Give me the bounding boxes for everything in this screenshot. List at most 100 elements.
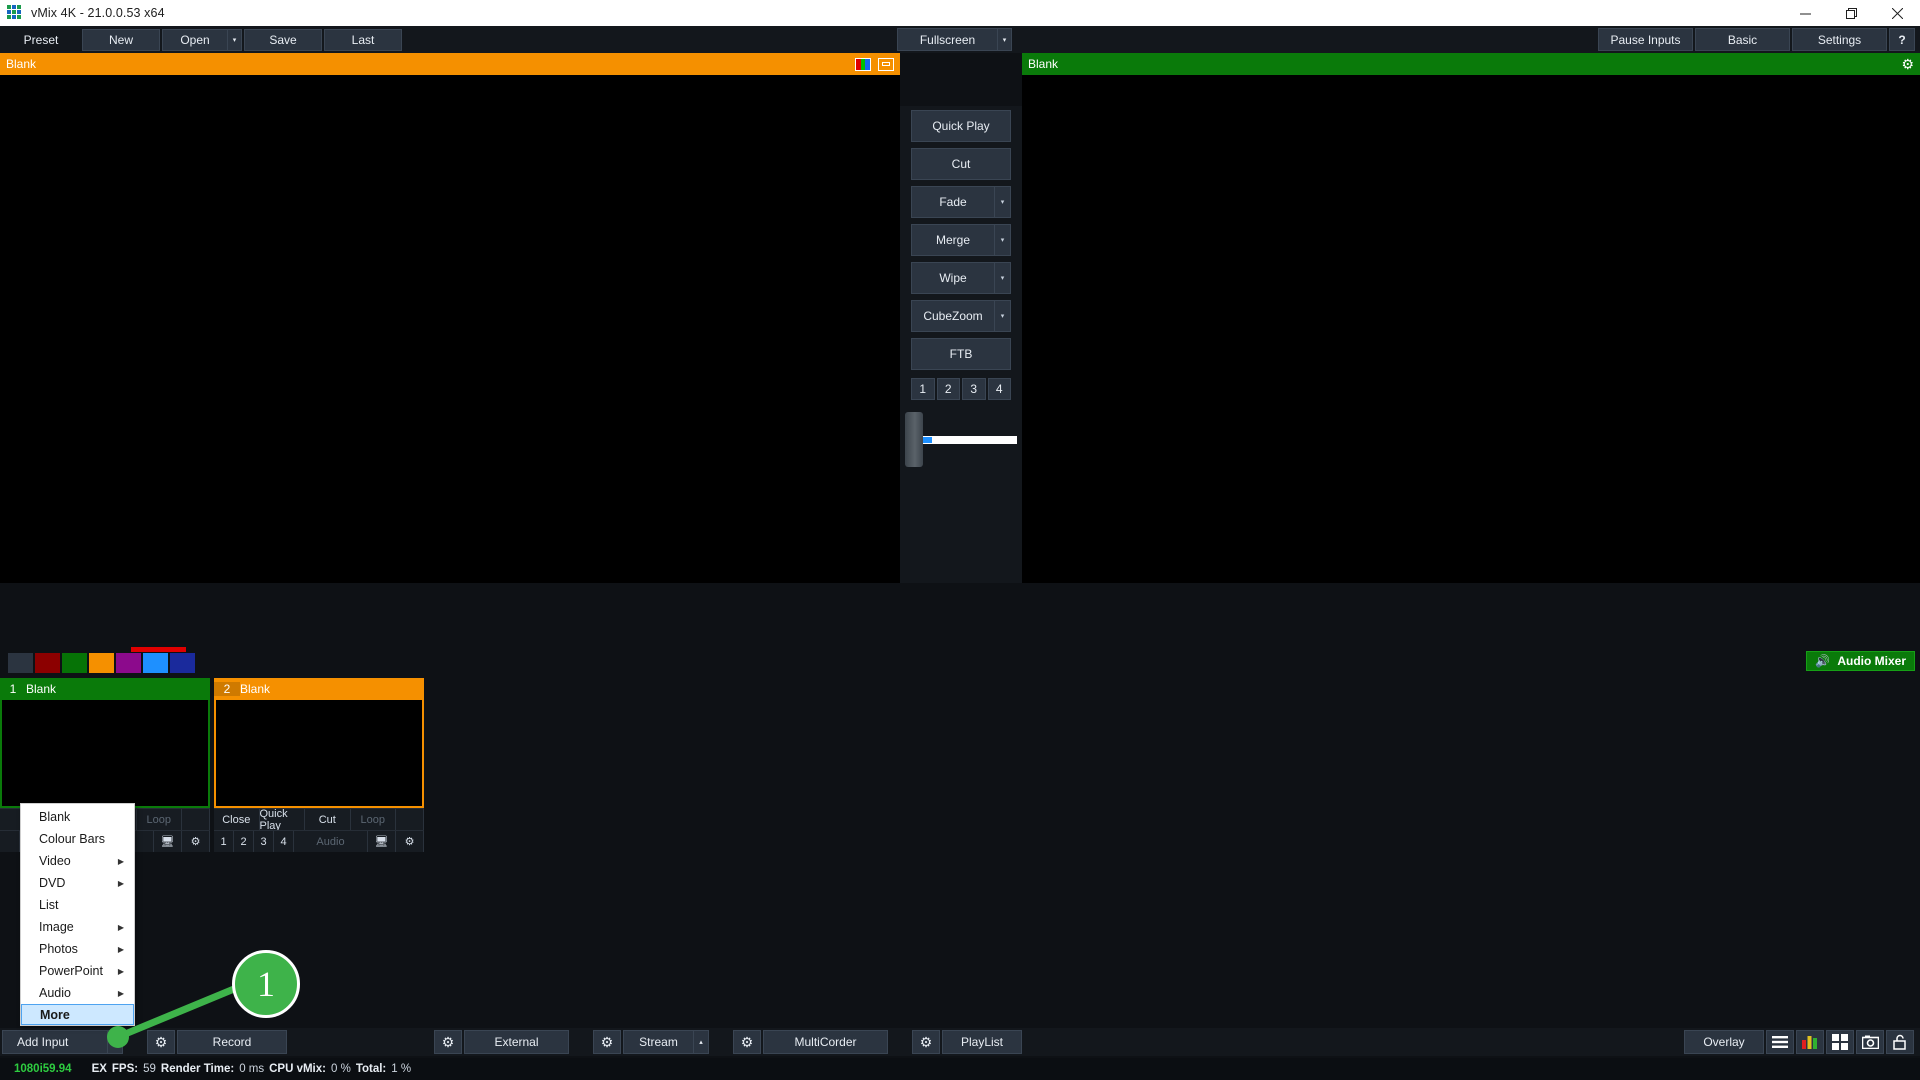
input-2-overlay-3[interactable]: 3	[254, 831, 274, 852]
new-button[interactable]: New	[82, 28, 160, 51]
stream-dropdown-arrow[interactable]: ▴	[693, 1030, 709, 1054]
preview-video-area[interactable]	[0, 75, 900, 583]
transition-number-4[interactable]: 4	[987, 378, 1011, 400]
input-2-audio[interactable]: Audio	[294, 831, 368, 852]
transition-wipe-dropdown-icon[interactable]: ▾	[995, 262, 1011, 294]
maximize-icon[interactable]	[1828, 0, 1874, 26]
fullscreen-dropdown-arrow[interactable]: ▾	[997, 28, 1012, 51]
hamburger-list-icon[interactable]	[1766, 1030, 1794, 1054]
fullscreen-button[interactable]: Fullscreen	[897, 28, 997, 51]
menu-item-audio[interactable]: Audio ▶	[21, 982, 134, 1004]
transition-cubezoom-button[interactable]: CubeZoom ▾	[911, 300, 1011, 332]
transition-number-2[interactable]: 2	[936, 378, 960, 400]
help-button[interactable]: ?	[1889, 28, 1915, 51]
bottom-toolbar-right-group: Overlay	[1684, 1030, 1916, 1054]
playlist-settings-gear-icon[interactable]: ⚙	[912, 1030, 940, 1054]
transition-merge-button[interactable]: Merge ▾	[911, 224, 1011, 256]
input-2-thumbnail[interactable]	[214, 700, 424, 808]
input-1-overlay-1[interactable]	[0, 831, 20, 852]
multicorder-settings-gear-icon[interactable]: ⚙	[733, 1030, 761, 1054]
gear-icon[interactable]: ⚙	[182, 831, 210, 852]
transition-wipe-button[interactable]: Wipe ▾	[911, 262, 1011, 294]
last-button[interactable]: Last	[324, 28, 402, 51]
snapshot-camera-icon[interactable]	[1856, 1030, 1884, 1054]
menu-item-blank[interactable]: Blank	[21, 806, 134, 828]
input-2-cut[interactable]: Cut	[305, 809, 351, 830]
transition-fade-button[interactable]: Fade ▾	[911, 186, 1011, 218]
status-resolution: 1080i59.94	[14, 1063, 72, 1075]
menu-item-more[interactable]: More	[21, 1004, 134, 1025]
external-settings-gear-icon[interactable]: ⚙	[434, 1030, 462, 1054]
menu-item-video[interactable]: Video ▶	[21, 850, 134, 872]
open-button[interactable]: Open	[162, 28, 227, 51]
colour-swatch-empty[interactable]	[8, 653, 33, 673]
stream-settings-gear-icon[interactable]: ⚙	[593, 1030, 621, 1054]
colour-bars-icon[interactable]	[855, 57, 871, 71]
basic-button[interactable]: Basic	[1695, 28, 1790, 51]
transition-merge-dropdown-icon[interactable]: ▾	[995, 224, 1011, 256]
input-1-loop[interactable]: Loop	[137, 809, 182, 830]
record-settings-gear-icon[interactable]: ⚙	[147, 1030, 175, 1054]
input-1-thumbnail[interactable]	[0, 700, 210, 808]
chevron-right-icon: ▶	[117, 966, 124, 976]
input-2-loop[interactable]: Loop	[351, 809, 396, 830]
monitor-icon[interactable]: 🖥	[154, 831, 182, 852]
cut-button[interactable]: Cut	[911, 148, 1011, 180]
transition-cubezoom-dropdown-icon[interactable]: ▾	[995, 300, 1011, 332]
audio-mixer-button[interactable]: 🔊 Audio Mixer	[1806, 651, 1915, 671]
menu-item-dvd[interactable]: DVD ▶	[21, 872, 134, 894]
t-bar-handle[interactable]	[905, 412, 923, 467]
audio-levels-icon[interactable]	[1796, 1030, 1824, 1054]
grid-layout-icon[interactable]	[1826, 1030, 1854, 1054]
menu-item-list[interactable]: List	[21, 894, 134, 916]
transition-number-3[interactable]: 3	[962, 378, 986, 400]
unlocked-padlock-icon[interactable]	[1886, 1030, 1914, 1054]
gear-icon[interactable]: ⚙	[1901, 57, 1914, 71]
menu-item-powerpoint-label: PowerPoint	[39, 964, 103, 978]
program-video-area[interactable]	[1022, 75, 1920, 583]
status-fps-value: 59	[143, 1063, 156, 1075]
ftb-button[interactable]: FTB	[911, 338, 1011, 370]
multicorder-button[interactable]: MultiCorder	[763, 1030, 888, 1054]
menu-item-colour-bars[interactable]: Colour Bars	[21, 828, 134, 850]
t-bar-track[interactable]	[913, 436, 1017, 444]
colour-swatch-green[interactable]	[62, 653, 87, 673]
input-2-overlay-1[interactable]: 1	[214, 831, 234, 852]
colour-swatch-blue[interactable]	[143, 653, 168, 673]
input-1-extra[interactable]	[182, 809, 210, 830]
close-icon[interactable]	[1874, 0, 1920, 26]
settings-button[interactable]: Settings	[1792, 28, 1887, 51]
minimize-icon[interactable]	[1782, 0, 1828, 26]
pause-inputs-button[interactable]: Pause Inputs	[1598, 28, 1693, 51]
open-dropdown-arrow[interactable]: ▾	[227, 28, 242, 51]
colour-swatch-red[interactable]	[35, 653, 60, 673]
input-tile-2[interactable]: 2 Blank Close Quick Play Cut Loop 1 2 3 …	[214, 678, 424, 853]
colour-swatch-purple[interactable]	[116, 653, 141, 673]
stream-button[interactable]: Stream	[623, 1030, 693, 1054]
gear-icon[interactable]: ⚙	[396, 831, 424, 852]
input-2-overlay-2[interactable]: 2	[234, 831, 254, 852]
playlist-button[interactable]: PlayList	[942, 1030, 1022, 1054]
input-2-overlay-4[interactable]: 4	[274, 831, 294, 852]
save-button[interactable]: Save	[244, 28, 322, 51]
record-button[interactable]: Record	[177, 1030, 287, 1054]
transition-fade-dropdown-icon[interactable]: ▾	[995, 186, 1011, 218]
add-input-dropdown-arrow[interactable]: ▴	[107, 1030, 123, 1054]
window-title: vMix 4K - 21.0.0.53 x64	[31, 6, 165, 20]
add-input-button[interactable]: Add Input	[2, 1030, 107, 1054]
transition-number-1[interactable]: 1	[911, 378, 935, 400]
overlay-button[interactable]: Overlay	[1684, 1030, 1764, 1054]
menu-item-photos[interactable]: Photos ▶	[21, 938, 134, 960]
external-button[interactable]: External	[464, 1030, 569, 1054]
quick-play-button[interactable]: Quick Play	[911, 110, 1011, 142]
input-2-close[interactable]: Close	[214, 809, 260, 830]
colour-swatch-navy[interactable]	[170, 653, 195, 673]
input-2-extra[interactable]	[396, 809, 424, 830]
monitor-icon[interactable]: 🖥	[368, 831, 396, 852]
t-bar[interactable]	[905, 412, 1017, 467]
window-overlay-icon[interactable]	[878, 57, 894, 71]
menu-item-image[interactable]: Image ▶	[21, 916, 134, 938]
menu-item-powerpoint[interactable]: PowerPoint ▶	[21, 960, 134, 982]
colour-swatch-orange[interactable]	[89, 653, 114, 673]
input-2-quickplay[interactable]: Quick Play	[260, 808, 305, 832]
